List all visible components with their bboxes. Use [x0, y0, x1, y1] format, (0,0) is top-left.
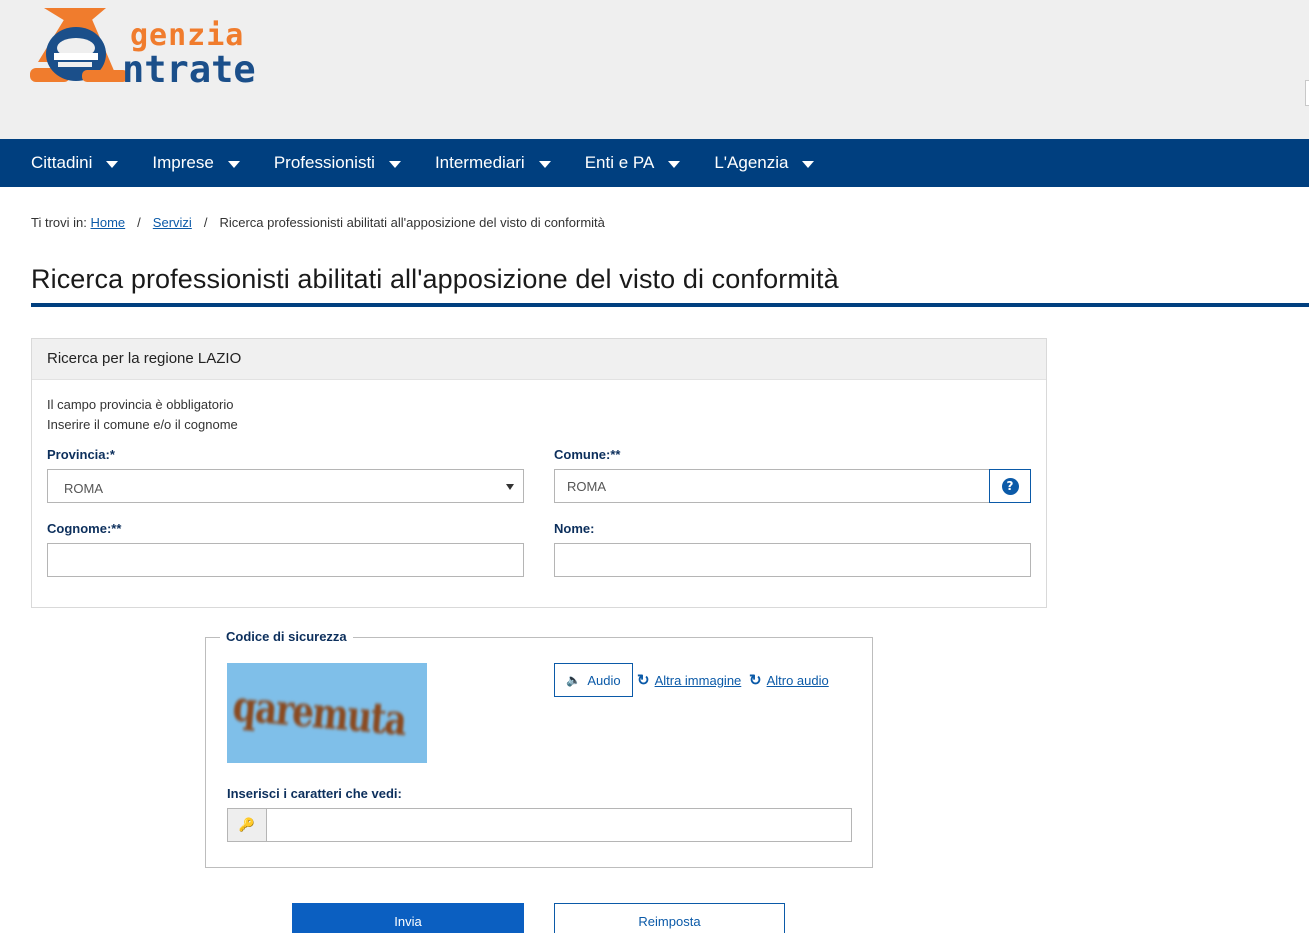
nav-item-label: Cittadini: [31, 153, 93, 172]
breadcrumb-separator: /: [137, 215, 141, 230]
caret-down-icon: [227, 160, 240, 168]
nav-item-cittadini[interactable]: Cittadini: [31, 153, 119, 173]
breadcrumb-home-link[interactable]: Home: [90, 215, 125, 230]
agenzia-entrate-logo[interactable]: genzia ntrate: [30, 6, 290, 91]
nome-input[interactable]: [554, 543, 1031, 577]
nav-item-label: Professionisti: [273, 153, 375, 172]
caret-down-icon: [388, 160, 401, 168]
select-caret-down-icon: [506, 484, 514, 490]
captcha-new-audio-link[interactable]: ↻ Altro audio: [749, 671, 829, 689]
hint-comune-cognome: Inserire il comune e/o il cognome: [47, 417, 238, 432]
breadcrumb-current: Ricerca professionisti abilitati all'app…: [219, 215, 605, 230]
captcha-legend: Codice di sicurezza: [220, 629, 353, 644]
provincia-label: Provincia:*: [47, 447, 115, 462]
site-header: genzia ntrate: [0, 0, 1309, 139]
cognome-input[interactable]: [47, 543, 524, 577]
captcha-input-label: Inserisci i caratteri che vedi:: [227, 786, 402, 801]
submit-button[interactable]: Invia: [292, 903, 524, 933]
nome-label: Nome:: [554, 521, 595, 536]
captcha-input[interactable]: 🔑: [227, 808, 852, 842]
page-title: Ricerca professionisti abilitati all'app…: [31, 264, 839, 294]
nav-item-label: L'Agenzia: [714, 153, 789, 172]
captcha-fieldset: Codice di sicurezza qaremuta 🔈 Audio ↻ A…: [205, 629, 873, 868]
header-search-edge[interactable]: [1305, 80, 1309, 106]
question-circle-icon: ?: [1001, 477, 1019, 495]
refresh-icon: ↻: [749, 672, 762, 689]
nav-item-intermediari[interactable]: Intermediari: [435, 153, 551, 173]
provincia-selected-value: ROMA: [64, 481, 103, 496]
logo-text-ntrate: ntrate: [122, 48, 256, 91]
nav-item-professionisti[interactable]: Professionisti: [274, 153, 401, 173]
captcha-image: qaremuta: [227, 663, 427, 763]
nav-item-enti-pa[interactable]: Enti e PA: [585, 153, 681, 173]
nav-item-agenzia[interactable]: L'Agenzia: [714, 153, 815, 173]
comune-help-button[interactable]: ?: [989, 469, 1031, 503]
cognome-label: Cognome:**: [47, 521, 122, 536]
captcha-image-text: qaremuta: [230, 681, 408, 745]
breadcrumb-separator: /: [203, 215, 208, 230]
main-navigation: Cittadini Imprese Professionisti Interme…: [0, 139, 1309, 187]
search-panel: Ricerca per la regione LAZIO Il campo pr…: [31, 338, 1047, 608]
breadcrumb-prefix: Ti trovi in:: [31, 215, 87, 230]
breadcrumb: Ti trovi in: Home / Servizi / Ricerca pr…: [31, 215, 605, 230]
speaker-icon: 🔈: [566, 673, 582, 687]
provincia-select[interactable]: ROMA: [47, 469, 524, 503]
refresh-icon: ↻: [637, 672, 650, 689]
caret-down-icon: [106, 160, 119, 168]
caret-down-icon: [802, 160, 815, 168]
nav-item-imprese[interactable]: Imprese: [152, 153, 240, 173]
audio-button-label: Audio: [587, 672, 621, 688]
reset-button[interactable]: Reimposta: [554, 903, 785, 933]
caret-down-icon: [668, 160, 681, 168]
comune-input[interactable]: ROMA: [554, 469, 990, 503]
nav-item-label: Intermediari: [434, 153, 525, 172]
new-audio-label: Altro audio: [766, 672, 829, 688]
nav-item-label: Imprese: [152, 153, 214, 172]
comune-label: Comune:**: [554, 447, 621, 462]
title-underline: [31, 303, 1309, 307]
search-panel-heading: Ricerca per la regione LAZIO: [32, 339, 1046, 380]
captcha-new-image-link[interactable]: ↻ Altra immagine: [637, 671, 741, 689]
nav-item-label: Enti e PA: [584, 153, 655, 172]
hint-provincia-required: Il campo provincia è obbligatorio: [47, 397, 234, 412]
key-icon: 🔑: [228, 809, 267, 841]
breadcrumb-servizi-link[interactable]: Servizi: [153, 215, 192, 230]
caret-down-icon: [538, 160, 551, 168]
captcha-audio-button[interactable]: 🔈 Audio: [554, 663, 633, 697]
new-image-label: Altra immagine: [654, 672, 742, 688]
